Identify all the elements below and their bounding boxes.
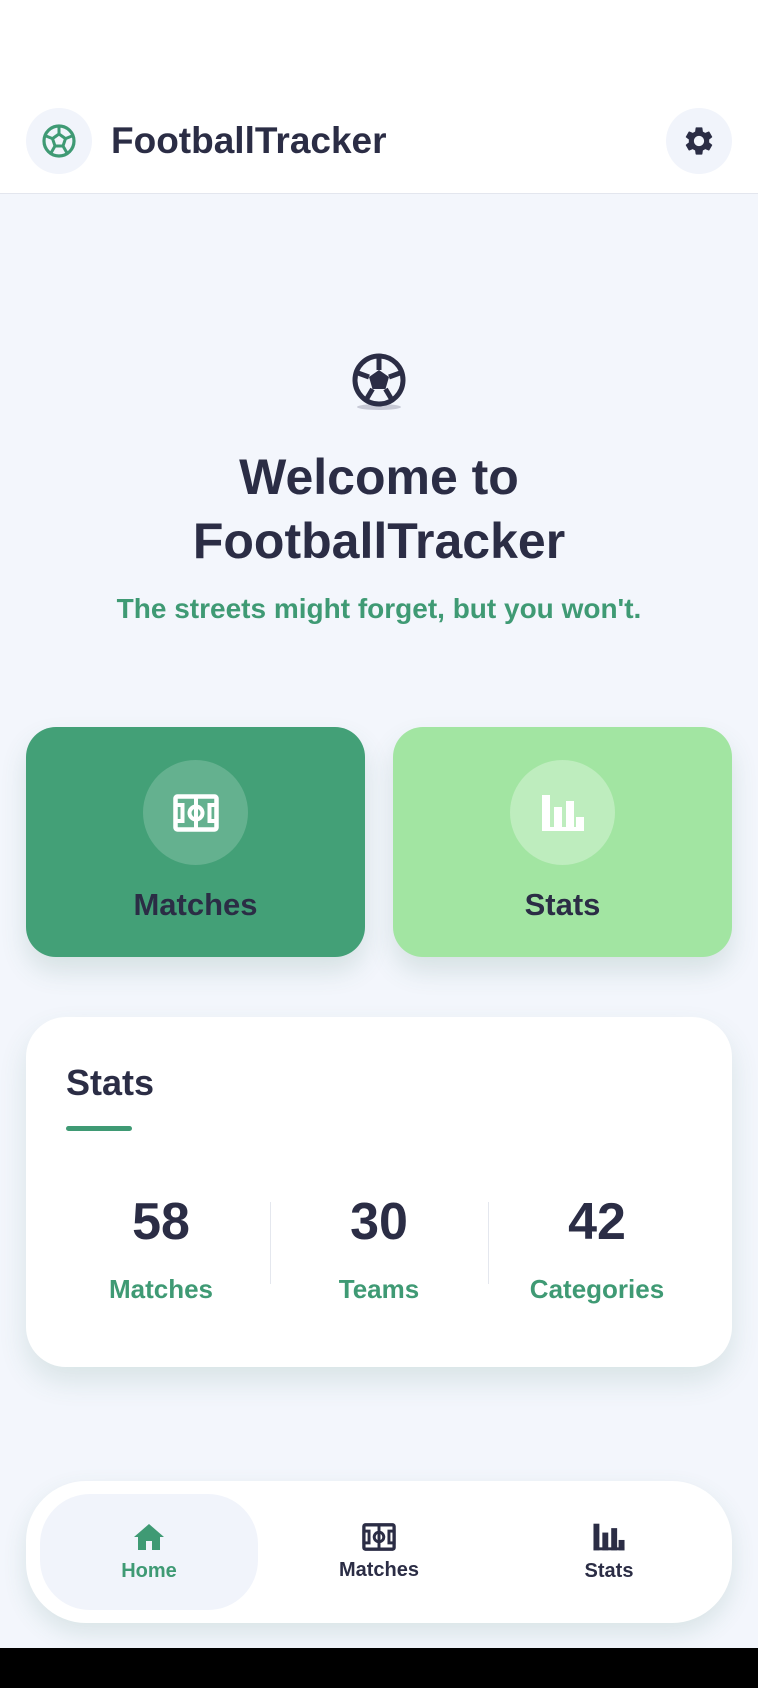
app-logo [26, 108, 92, 174]
home-icon [134, 1523, 164, 1550]
stats-panel-heading: Stats [66, 1062, 155, 1103]
stats-panel: Stats 58 Matches 30 Teams 42 Categories [26, 1017, 732, 1367]
stat-label: Categories [529, 1274, 665, 1304]
soccer-ball-icon [42, 124, 76, 158]
bar-chart-icon [593, 1523, 625, 1550]
welcome-heading: Welcome to FootballTracker [0, 445, 758, 573]
nav-item-matches[interactable]: Matches [270, 1494, 488, 1610]
stat-value: 30 [350, 1193, 408, 1251]
stat-value: 42 [568, 1193, 626, 1251]
stats-card-icon-circle [510, 760, 615, 865]
status-bar [0, 0, 758, 90]
stat-categories: 42 Categories [488, 1192, 706, 1305]
system-navigation-bar [0, 1648, 758, 1688]
stat-value: 58 [132, 1193, 190, 1251]
bottom-navigation: Home Matches Stats [26, 1481, 732, 1623]
stat-label: Matches [108, 1274, 214, 1304]
stats-card[interactable]: Stats [393, 727, 732, 957]
stats-heading-underline [66, 1126, 132, 1131]
stats-card-label: Stats [524, 887, 601, 922]
app-bar: FootballTracker [0, 90, 758, 194]
matches-card[interactable]: Matches [26, 727, 365, 957]
welcome-heading-line1: Welcome to [239, 449, 519, 505]
nav-item-label: Home [121, 1559, 177, 1582]
nav-item-label: Matches [338, 1558, 420, 1581]
bar-chart-icon [541, 794, 584, 831]
soccer-field-icon [172, 793, 219, 832]
matches-card-icon-circle [143, 760, 248, 865]
soccer-field-icon [362, 1522, 396, 1551]
matches-card-label: Matches [133, 887, 258, 922]
stat-teams: 30 Teams [270, 1192, 488, 1305]
stat-label: Teams [338, 1274, 420, 1304]
welcome-subtitle: The streets might forget, but you won't. [116, 593, 642, 624]
app-title: FootballTracker [111, 120, 387, 161]
settings-button[interactable] [666, 108, 732, 174]
stat-matches: 58 Matches [52, 1192, 270, 1305]
hero-soccer-ball-icon [349, 352, 409, 412]
welcome-heading-line2: FootballTracker [192, 513, 566, 569]
gear-icon [685, 127, 713, 155]
nav-item-home[interactable]: Home [40, 1494, 258, 1610]
nav-item-stats[interactable]: Stats [500, 1494, 718, 1610]
nav-item-label: Stats [584, 1559, 634, 1582]
